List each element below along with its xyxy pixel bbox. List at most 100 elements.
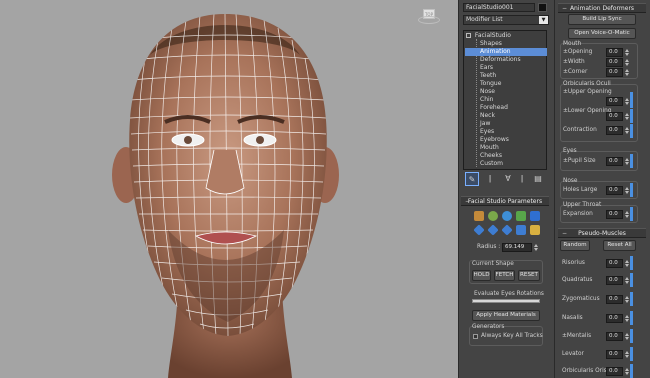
radius-label: Radius : [477, 244, 501, 250]
corner-label: ±Corner [563, 69, 588, 75]
stack-item-forehead[interactable]: Forehead [480, 104, 508, 112]
orbicularis-oris-bar [630, 364, 633, 378]
pin-stack-icon[interactable]: ✎ [465, 172, 479, 186]
pupil-size-label: ±Pupil Size [563, 158, 596, 164]
spinner-arrows-icon[interactable] [624, 58, 630, 67]
perspective-viewport[interactable]: TOP [0, 0, 458, 378]
save-icon[interactable] [516, 225, 526, 235]
pupil-size-value: 0.0 [609, 158, 618, 164]
stack-root-label: FacialStudio [474, 32, 511, 39]
contraction-bar [630, 124, 633, 138]
stack-item-deformations[interactable]: Deformations [480, 56, 521, 64]
orbicularis-oris-label: Orbicularis Oris [562, 368, 607, 374]
holes-large-spinner[interactable]: 0.0 [606, 186, 629, 195]
reset-button[interactable]: RESET [518, 270, 540, 281]
modifier-list-dropdown[interactable]: Modifier List ▼ [463, 15, 549, 25]
width-label: ±Width [563, 59, 585, 65]
mentalis-spinner[interactable]: 0.0 [606, 332, 629, 341]
mentalis-label: ±Mentalis [562, 333, 592, 339]
info-icon[interactable] [530, 211, 540, 221]
upper-opening-spinner[interactable]: 0.0 [606, 97, 629, 106]
random-button[interactable]: Random [560, 240, 590, 251]
corner-spinner[interactable]: 0.0 [606, 68, 629, 77]
stack-item-shapes[interactable]: Shapes [480, 40, 502, 48]
stack-item-nose[interactable]: Nose [480, 88, 495, 96]
folder-icon[interactable] [530, 225, 540, 235]
collapse-icon: − [465, 198, 471, 205]
stack-item-mouth[interactable]: Mouth [480, 144, 499, 152]
expansion-value: 0.0 [609, 211, 618, 217]
tree-line [476, 39, 477, 167]
risorius-spinner[interactable]: 0.0 [606, 259, 629, 268]
stack-item-animation[interactable]: Animation [465, 48, 547, 56]
mouth-group-label: Mouth [563, 41, 582, 47]
contraction-spinner[interactable]: 0.0 [606, 126, 629, 135]
morph-tool-icon[interactable] [516, 211, 526, 221]
expansion-bar [630, 207, 633, 221]
object-name-field[interactable]: FacialStudio001 [463, 3, 535, 12]
spinner-arrows-icon[interactable] [533, 243, 539, 252]
stack-root[interactable]: FacialStudio [466, 32, 511, 40]
configure-sets-icon[interactable]: ▤ [531, 172, 545, 186]
orbicularis-oris-spinner[interactable]: 0.0 [606, 367, 629, 376]
nasalis-value: 0.0 [609, 315, 618, 321]
params-title: Facial Studio Parameters [467, 198, 543, 205]
stack-item-teeth[interactable]: Teeth [480, 72, 496, 80]
reset-all-button[interactable]: Reset All [603, 240, 636, 251]
make-unique-icon[interactable]: ∀ [501, 172, 515, 186]
expansion-spinner[interactable]: 0.0 [606, 210, 629, 219]
nose-group-label: Nose [563, 178, 578, 184]
modifier-stack[interactable]: FacialStudio Shapes Animation Deformatio… [463, 30, 547, 170]
pupil-size-spinner[interactable]: 0.0 [606, 157, 629, 166]
stack-item-eyes[interactable]: Eyes [480, 128, 494, 136]
levator-spinner[interactable]: 0.0 [606, 350, 629, 359]
hold-button[interactable]: HOLD [472, 270, 491, 281]
stack-item-tongue[interactable]: Tongue [480, 80, 501, 88]
spinner-arrows-icon[interactable] [624, 68, 630, 77]
upper-opening-bar [630, 92, 633, 108]
chevron-down-icon[interactable]: ▼ [539, 16, 548, 24]
stack-item-jaw[interactable]: Jaw [480, 120, 490, 128]
viewcube[interactable]: TOP [418, 6, 440, 24]
opening-spinner[interactable]: 0.0 [606, 48, 629, 57]
always-key-label: Always Key All Tracks [481, 333, 543, 339]
evaluate-eyes-slider[interactable] [472, 299, 540, 303]
levator-label: Levator [562, 351, 584, 357]
open-voice-o-matic-button[interactable]: Open Voice-O-Matic [568, 28, 636, 39]
stack-item-neck[interactable]: Neck [480, 112, 495, 120]
apply-head-materials-button[interactable]: Apply Head Materials [472, 310, 540, 321]
remove-modifier-icon[interactable]: ǀ [515, 172, 529, 186]
zygomaticus-bar [630, 292, 633, 306]
show-end-result-icon[interactable]: ǀ [483, 172, 497, 186]
always-key-checkbox[interactable] [473, 334, 478, 339]
width-spinner[interactable]: 0.0 [606, 58, 629, 67]
shapes-tool-icon[interactable] [488, 211, 498, 221]
upper-throat-label: Upper Throat [563, 202, 602, 208]
nasalis-spinner[interactable]: 0.0 [606, 314, 629, 323]
stack-item-cheeks[interactable]: Cheeks [480, 152, 502, 160]
stack-item-eyebrows[interactable]: Eyebrows [480, 136, 509, 144]
viewcube-ring[interactable] [418, 16, 440, 24]
quadratus-label: Quadratus [562, 277, 593, 283]
radius-spinner[interactable]: 69.149 [502, 243, 538, 252]
lower-opening-spinner[interactable]: 0.0 [606, 112, 629, 121]
head-tool-icon[interactable] [474, 211, 484, 221]
build-lip-sync-button[interactable]: Build Lip Sync [568, 14, 636, 25]
generators-label: Generators [472, 324, 505, 330]
object-color-swatch[interactable] [538, 3, 547, 12]
lower-opening-label: ±Lower Opening [563, 108, 612, 114]
spinner-arrows-icon[interactable] [624, 48, 630, 57]
deformers-rollout-header[interactable]: − Animation Deformers [558, 3, 646, 13]
quadratus-spinner[interactable]: 0.0 [606, 276, 629, 285]
zygomaticus-spinner[interactable]: 0.0 [606, 295, 629, 304]
stack-item-custom[interactable]: Custom [480, 160, 503, 168]
levator-value: 0.0 [609, 351, 618, 357]
deformers-title: Animation Deformers [569, 5, 635, 12]
fetch-button[interactable]: FETCH [494, 270, 515, 281]
stack-item-ears[interactable]: Ears [480, 64, 493, 72]
params-rollout-header[interactable]: − Facial Studio Parameters [461, 196, 549, 206]
material-tool-icon[interactable] [502, 211, 512, 221]
stack-item-chin[interactable]: Chin [480, 96, 493, 104]
collapse-icon: − [562, 230, 568, 237]
pseudo-muscles-rollout-header[interactable]: − Pseudo-Muscles [558, 228, 646, 238]
